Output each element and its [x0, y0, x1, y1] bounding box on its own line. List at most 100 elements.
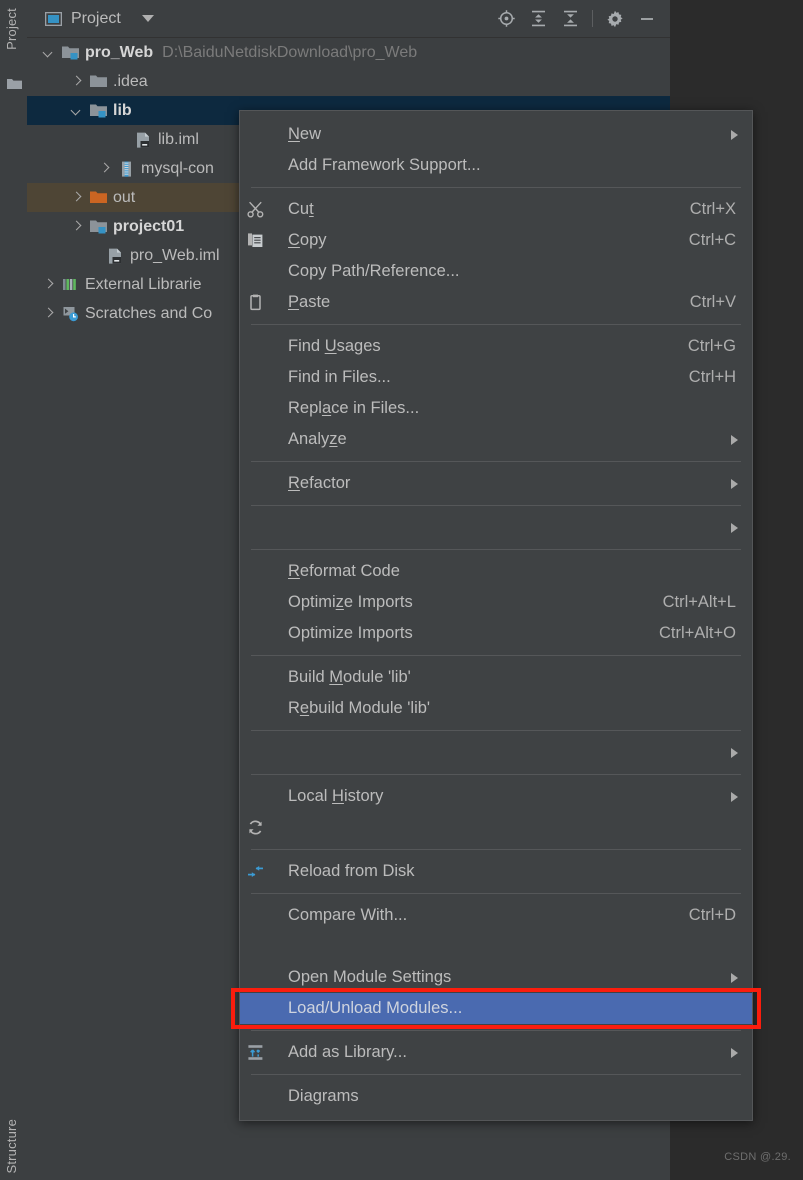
menu-item-label: Diagrams [270, 1087, 736, 1106]
menu-item-open-module-settings[interactable]: Compare With... Ctrl+D [240, 900, 752, 931]
chevron-right-icon[interactable] [71, 192, 82, 203]
menu-item-reformat-code[interactable]: Reformat Code [240, 556, 752, 587]
watermark: CSDN @.29. [724, 1151, 791, 1163]
menu-item-new[interactable]: New [240, 119, 752, 150]
menu-item-build-module[interactable]: Build Module 'lib' [240, 662, 752, 693]
menu-separator [251, 549, 741, 550]
menu-separator [251, 187, 741, 188]
highlighted-menu-item-wrapper: Load/Unload Modules... [240, 993, 752, 1024]
menu-item-add-as-library[interactable]: Load/Unload Modules... [240, 993, 752, 1024]
compare-icon [240, 863, 270, 880]
chevron-right-icon [731, 435, 738, 445]
hide-icon[interactable] [632, 4, 662, 34]
menu-item-label: Rebuild Module 'lib' [270, 699, 736, 718]
tree-label: lib [113, 102, 132, 120]
tree-label: pro_Web [85, 44, 153, 62]
chevron-right-icon[interactable] [43, 308, 54, 319]
left-tool-strip: Project Structure [0, 0, 28, 1180]
menu-separator [251, 505, 741, 506]
menu-separator [251, 849, 741, 850]
settings-gear-icon[interactable] [600, 4, 630, 34]
chevron-right-icon[interactable] [71, 76, 82, 87]
menu-item-find-in-files[interactable]: Find in Files... Ctrl+H [240, 362, 752, 393]
chevron-right-icon [731, 130, 738, 140]
menu-item-label: New [270, 125, 721, 144]
external-libraries-icon [62, 277, 79, 292]
menu-item-add-framework-support[interactable]: Add Framework Support... [240, 150, 752, 181]
chevron-right-icon[interactable] [99, 163, 110, 174]
scratches-icon [62, 306, 79, 321]
project-title-group[interactable]: Project [45, 10, 154, 28]
menu-item-reload-from-disk[interactable] [240, 812, 752, 843]
menu-item-mark-directory-as[interactable]: Open Module Settings [240, 962, 752, 993]
module-folder-icon [62, 45, 79, 60]
menu-item-shortcut: Ctrl+G [688, 337, 738, 356]
tool-window-button-project[interactable]: Project [4, 8, 19, 50]
menu-item-label: Optimize Imports [270, 593, 663, 612]
chevron-right-icon[interactable] [43, 279, 54, 290]
menu-item-copy[interactable]: Copy Ctrl+C [240, 225, 752, 256]
menu-item-label: Refactor [270, 474, 721, 493]
menu-item-local-history[interactable]: Local History [240, 781, 752, 812]
menu-item-label: Paste [270, 293, 690, 312]
menu-separator [251, 655, 741, 656]
menu-item-label: Find Usages [270, 337, 688, 356]
menu-separator [251, 730, 741, 731]
menu-item-open-in[interactable] [240, 737, 752, 768]
menu-item-label: Find in Files... [270, 368, 689, 387]
menu-item-label: Local History [270, 787, 721, 806]
tree-label: project01 [113, 218, 184, 236]
chevron-right-icon [731, 523, 738, 533]
context-menu: New Add Framework Support... Cut Ctrl+X [239, 110, 753, 1121]
copy-icon [240, 232, 270, 249]
menu-item-rebuild-module[interactable]: Rebuild Module 'lib' [240, 693, 752, 724]
select-opened-file-icon[interactable] [491, 4, 521, 34]
chevron-down-icon[interactable] [43, 47, 54, 58]
chevron-down-icon[interactable] [142, 15, 154, 22]
tree-project-path: D:\BaiduNetdiskDownload\pro_Web [162, 44, 417, 62]
module-folder-icon [90, 219, 107, 234]
tree-label: mysql-con [141, 160, 214, 178]
menu-item-find-usages[interactable]: Find Usages Ctrl+G [240, 331, 752, 362]
menu-separator [251, 461, 741, 462]
expand-all-icon[interactable] [523, 4, 553, 34]
tool-window-button-structure[interactable]: Structure [4, 1119, 19, 1174]
menu-item-refactor[interactable]: Refactor [240, 468, 752, 499]
ide-window: Project Structure Project [0, 0, 803, 1180]
menu-item-optimize-imports[interactable]: Optimize Imports Ctrl+Alt+L [240, 587, 752, 618]
menu-item-convert-java-to-kotlin[interactable]: Diagrams [240, 1081, 752, 1112]
menu-item-label: Add as Library... [270, 1043, 721, 1062]
chevron-down-icon[interactable] [71, 105, 82, 116]
menu-item-compare-with[interactable]: Reload from Disk [240, 856, 752, 887]
menu-item-label: Add Framework Support... [270, 156, 738, 175]
menu-item-shortcut: Ctrl+V [690, 293, 738, 312]
tree-row-idea[interactable]: .idea [27, 67, 670, 96]
collapse-all-icon[interactable] [555, 4, 585, 34]
chevron-right-icon[interactable] [71, 221, 82, 232]
menu-item-label: Copy Path/Reference... [270, 262, 738, 281]
menu-item-label: Analyze [270, 430, 721, 449]
toolbar-divider [592, 10, 593, 27]
panel-title: Project [71, 10, 121, 28]
tree-label: lib.iml [158, 131, 199, 149]
menu-item-analyze[interactable]: Analyze [240, 424, 752, 455]
tree-label: pro_Web.iml [130, 247, 220, 265]
menu-item-paste[interactable]: Paste Ctrl+V [240, 287, 752, 318]
menu-item-replace-in-files[interactable]: Replace in Files... [240, 393, 752, 424]
menu-item-label: Reformat Code [270, 562, 736, 581]
tree-label: .idea [113, 73, 148, 91]
menu-item-label: Build Module 'lib' [270, 668, 738, 687]
menu-separator [251, 1074, 741, 1075]
menu-item-label: Copy [270, 231, 689, 250]
menu-item-load-unload-modules[interactable] [240, 931, 752, 962]
menu-item-diagrams[interactable]: Add as Library... [240, 1037, 752, 1068]
tree-row-pro-web[interactable]: pro_Web D:\BaiduNetdiskDownload\pro_Web [27, 38, 670, 67]
menu-item-shortcut: Ctrl+H [689, 368, 738, 387]
menu-item-cut[interactable]: Cut Ctrl+X [240, 194, 752, 225]
menu-item-bookmarks[interactable] [240, 512, 752, 543]
tree-label: External Librarie [85, 276, 202, 294]
menu-separator [251, 774, 741, 775]
menu-item-remove-module[interactable]: Optimize Imports Ctrl+Alt+O [240, 618, 752, 649]
menu-item-copy-path-reference[interactable]: Copy Path/Reference... [240, 256, 752, 287]
menu-item-shortcut: Ctrl+X [690, 200, 738, 219]
